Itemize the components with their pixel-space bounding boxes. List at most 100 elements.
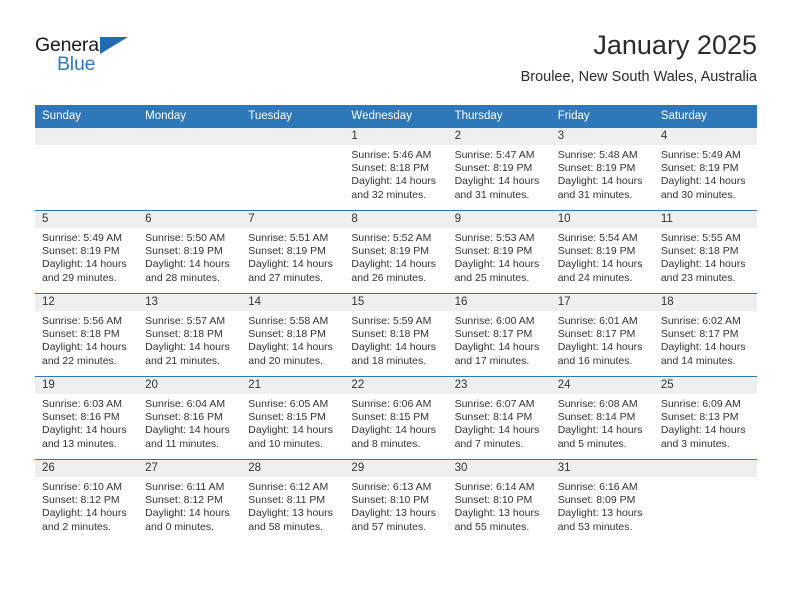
day-cell-inner[interactable]: 31 Sunrise: 6:16 AM Sunset: 8:09 PM Dayligh… xyxy=(550,460,654,542)
daylight-text: Daylight: 14 hours and 31 minutes. xyxy=(557,175,643,201)
day-cell-inner[interactable]: 5 Sunrise: 5:49 AM Sunset: 8:19 PM Daylight… xyxy=(35,211,139,293)
calendar-day-cell: 18 Sunrise: 6:02 AM Sunset: 8:17 PM Dayligh… xyxy=(653,293,757,377)
calendar-body: 1 Sunrise: 5:46 AM Sunset: 8:18 PM Daylight… xyxy=(35,128,757,542)
sunset-text: Sunset: 8:19 PM xyxy=(454,162,533,175)
day-number: 27 xyxy=(138,460,242,477)
day-cell-inner[interactable]: 29 Sunrise: 6:13 AM Sunset: 8:10 PM Dayligh… xyxy=(344,460,448,542)
day-cell-inner[interactable]: 21 Sunrise: 6:05 AM Sunset: 8:15 PM Dayligh… xyxy=(241,377,345,459)
day-number: 2 xyxy=(447,128,551,145)
sunrise-text: Sunrise: 6:10 AM xyxy=(42,481,122,493)
day-sun-info: Sunrise: 6:11 AM Sunset: 8:12 PM Daylight:… xyxy=(138,477,241,534)
calendar-day-cell: 16 Sunrise: 6:00 AM Sunset: 8:17 PM Dayligh… xyxy=(447,293,551,377)
day-cell-inner[interactable]: 25 Sunrise: 6:09 AM Sunset: 8:13 PM Dayligh… xyxy=(653,377,757,459)
day-cell-inner[interactable]: 14 Sunrise: 5:58 AM Sunset: 8:18 PM Dayligh… xyxy=(241,294,345,376)
sunrise-text: Sunrise: 5:55 AM xyxy=(660,232,741,244)
day-number: 20 xyxy=(138,377,242,394)
day-cell-inner[interactable]: 4 Sunrise: 5:49 AM Sunset: 8:19 PM Daylight… xyxy=(653,128,757,210)
sunset-text: Sunset: 8:18 PM xyxy=(351,162,430,175)
sunrise-text: Sunrise: 6:02 AM xyxy=(660,315,741,327)
sunset-text: Sunset: 8:15 PM xyxy=(351,411,430,424)
day-cell-inner[interactable]: 1 Sunrise: 5:46 AM Sunset: 8:18 PM Daylight… xyxy=(344,128,448,210)
calendar-day-cell: 3 Sunrise: 5:48 AM Sunset: 8:19 PM Daylight… xyxy=(550,128,654,211)
sunrise-text: Sunrise: 5:57 AM xyxy=(145,315,226,327)
day-cell-inner[interactable]: 17 Sunrise: 6:01 AM Sunset: 8:17 PM Dayligh… xyxy=(550,294,654,376)
day-number: 18 xyxy=(653,294,757,311)
sunset-text: Sunset: 8:19 PM xyxy=(557,162,636,175)
day-cell-inner[interactable]: 18 Sunrise: 6:02 AM Sunset: 8:17 PM Dayligh… xyxy=(653,294,757,376)
day-cell-inner[interactable]: 16 Sunrise: 6:00 AM Sunset: 8:17 PM Dayligh… xyxy=(447,294,551,376)
day-sun-info: Sunrise: 6:02 AM Sunset: 8:17 PM Daylight:… xyxy=(654,311,757,368)
calendar-day-cell: 17 Sunrise: 6:01 AM Sunset: 8:17 PM Dayligh… xyxy=(550,293,654,377)
sunrise-text: Sunrise: 6:08 AM xyxy=(557,398,638,410)
daylight-text: Daylight: 14 hours and 22 minutes. xyxy=(42,341,127,367)
day-cell-inner[interactable]: 3 Sunrise: 5:48 AM Sunset: 8:19 PM Daylight… xyxy=(550,128,654,210)
daylight-text: Daylight: 13 hours and 53 minutes. xyxy=(557,507,643,533)
day-cell-inner[interactable]: 23 Sunrise: 6:07 AM Sunset: 8:14 PM Dayligh… xyxy=(447,377,551,459)
day-cell-inner xyxy=(241,128,345,210)
sunset-text: Sunset: 8:13 PM xyxy=(660,411,739,424)
day-number: 7 xyxy=(241,211,345,228)
day-number: 17 xyxy=(550,294,654,311)
sunrise-text: Sunrise: 5:51 AM xyxy=(248,232,329,244)
day-cell-inner[interactable]: 27 Sunrise: 6:11 AM Sunset: 8:12 PM Dayligh… xyxy=(138,460,242,542)
calendar-day-cell: 2 Sunrise: 5:47 AM Sunset: 8:19 PM Daylight… xyxy=(447,128,551,211)
day-cell-inner[interactable]: 28 Sunrise: 6:12 AM Sunset: 8:11 PM Dayligh… xyxy=(241,460,345,542)
calendar-day-cell: 10 Sunrise: 5:54 AM Sunset: 8:19 PM Dayligh… xyxy=(550,210,654,294)
calendar-day-cell: 15 Sunrise: 5:59 AM Sunset: 8:18 PM Dayligh… xyxy=(344,293,448,377)
sunset-text: Sunset: 8:17 PM xyxy=(660,328,739,341)
day-number-band xyxy=(653,460,757,477)
day-sun-info: Sunrise: 6:13 AM Sunset: 8:10 PM Daylight:… xyxy=(344,477,447,534)
day-cell-inner[interactable]: 13 Sunrise: 5:57 AM Sunset: 8:18 PM Dayligh… xyxy=(138,294,242,376)
daylight-text: Daylight: 14 hours and 5 minutes. xyxy=(557,424,643,450)
sunrise-text: Sunrise: 5:46 AM xyxy=(351,149,432,161)
sunset-text: Sunset: 8:18 PM xyxy=(351,328,430,341)
sunrise-text: Sunrise: 6:14 AM xyxy=(454,481,535,493)
sunset-text: Sunset: 8:19 PM xyxy=(248,245,326,258)
weekday-header-row: Sunday Monday Tuesday Wednesday Thursday Frid… xyxy=(35,105,757,128)
day-sun-info: Sunrise: 5:53 AM Sunset: 8:19 PM Daylight:… xyxy=(448,228,551,285)
sunset-text: Sunset: 8:10 PM xyxy=(351,494,430,507)
sunset-text: Sunset: 8:18 PM xyxy=(145,328,223,341)
day-number: 8 xyxy=(344,211,448,228)
calendar-day-cell: 29 Sunrise: 6:13 AM Sunset: 8:10 PM Dayligh… xyxy=(344,459,448,542)
calendar-week-row: 12 Sunrise: 5:56 AM Sunset: 8:18 PM Dayligh… xyxy=(35,293,757,377)
daylight-text: Daylight: 14 hours and 32 minutes. xyxy=(351,175,437,201)
day-cell-inner[interactable]: 26 Sunrise: 6:10 AM Sunset: 8:12 PM Dayligh… xyxy=(35,460,139,542)
day-cell-inner[interactable]: 8 Sunrise: 5:52 AM Sunset: 8:19 PM Daylight… xyxy=(344,211,448,293)
sunset-text: Sunset: 8:16 PM xyxy=(42,411,120,424)
day-number: 23 xyxy=(447,377,551,394)
day-cell-inner[interactable]: 6 Sunrise: 5:50 AM Sunset: 8:19 PM Daylight… xyxy=(138,211,242,293)
calendar-day-cell: 20 Sunrise: 6:04 AM Sunset: 8:16 PM Dayligh… xyxy=(138,376,242,460)
weekday-header-thursday: Thursday xyxy=(447,105,551,128)
sunset-text: Sunset: 8:19 PM xyxy=(351,245,430,258)
sunset-text: Sunset: 8:09 PM xyxy=(557,494,636,507)
day-cell-inner[interactable]: 15 Sunrise: 5:59 AM Sunset: 8:18 PM Dayligh… xyxy=(344,294,448,376)
calendar-week-row: 5 Sunrise: 5:49 AM Sunset: 8:19 PM Daylight… xyxy=(35,210,757,294)
day-cell-inner[interactable]: 7 Sunrise: 5:51 AM Sunset: 8:19 PM Daylight… xyxy=(241,211,345,293)
daylight-text: Daylight: 14 hours and 13 minutes. xyxy=(42,424,127,450)
sunrise-text: Sunrise: 6:11 AM xyxy=(145,481,225,493)
day-cell-inner[interactable]: 30 Sunrise: 6:14 AM Sunset: 8:10 PM Dayligh… xyxy=(447,460,551,542)
weekday-header-saturday: Saturday xyxy=(653,105,757,128)
day-cell-inner[interactable]: 10 Sunrise: 5:54 AM Sunset: 8:19 PM Dayligh… xyxy=(550,211,654,293)
sunset-text: Sunset: 8:18 PM xyxy=(660,245,739,258)
daylight-text: Daylight: 14 hours and 18 minutes. xyxy=(351,341,437,367)
day-cell-inner[interactable]: 24 Sunrise: 6:08 AM Sunset: 8:14 PM Dayligh… xyxy=(550,377,654,459)
day-cell-inner[interactable]: 9 Sunrise: 5:53 AM Sunset: 8:19 PM Daylight… xyxy=(447,211,551,293)
sunset-text: Sunset: 8:17 PM xyxy=(557,328,636,341)
day-cell-inner[interactable]: 22 Sunrise: 6:06 AM Sunset: 8:15 PM Dayligh… xyxy=(344,377,448,459)
day-number: 29 xyxy=(344,460,448,477)
day-cell-inner[interactable]: 11 Sunrise: 5:55 AM Sunset: 8:18 PM Dayligh… xyxy=(653,211,757,293)
day-number: 11 xyxy=(653,211,757,228)
day-number: 30 xyxy=(447,460,551,477)
day-cell-inner[interactable]: 12 Sunrise: 5:56 AM Sunset: 8:18 PM Dayligh… xyxy=(35,294,139,376)
day-cell-inner[interactable]: 19 Sunrise: 6:03 AM Sunset: 8:16 PM Dayligh… xyxy=(35,377,139,459)
day-sun-info: Sunrise: 5:54 AM Sunset: 8:19 PM Daylight:… xyxy=(551,228,654,285)
daylight-text: Daylight: 14 hours and 7 minutes. xyxy=(454,424,540,450)
daylight-text: Daylight: 14 hours and 16 minutes. xyxy=(557,341,643,367)
day-cell-inner[interactable]: 2 Sunrise: 5:47 AM Sunset: 8:19 PM Daylight… xyxy=(447,128,551,210)
daylight-text: Daylight: 14 hours and 10 minutes. xyxy=(248,424,333,450)
day-cell-inner[interactable]: 20 Sunrise: 6:04 AM Sunset: 8:16 PM Dayligh… xyxy=(138,377,242,459)
sunrise-text: Sunrise: 5:58 AM xyxy=(248,315,329,327)
logo-triangle-icon xyxy=(100,37,128,54)
